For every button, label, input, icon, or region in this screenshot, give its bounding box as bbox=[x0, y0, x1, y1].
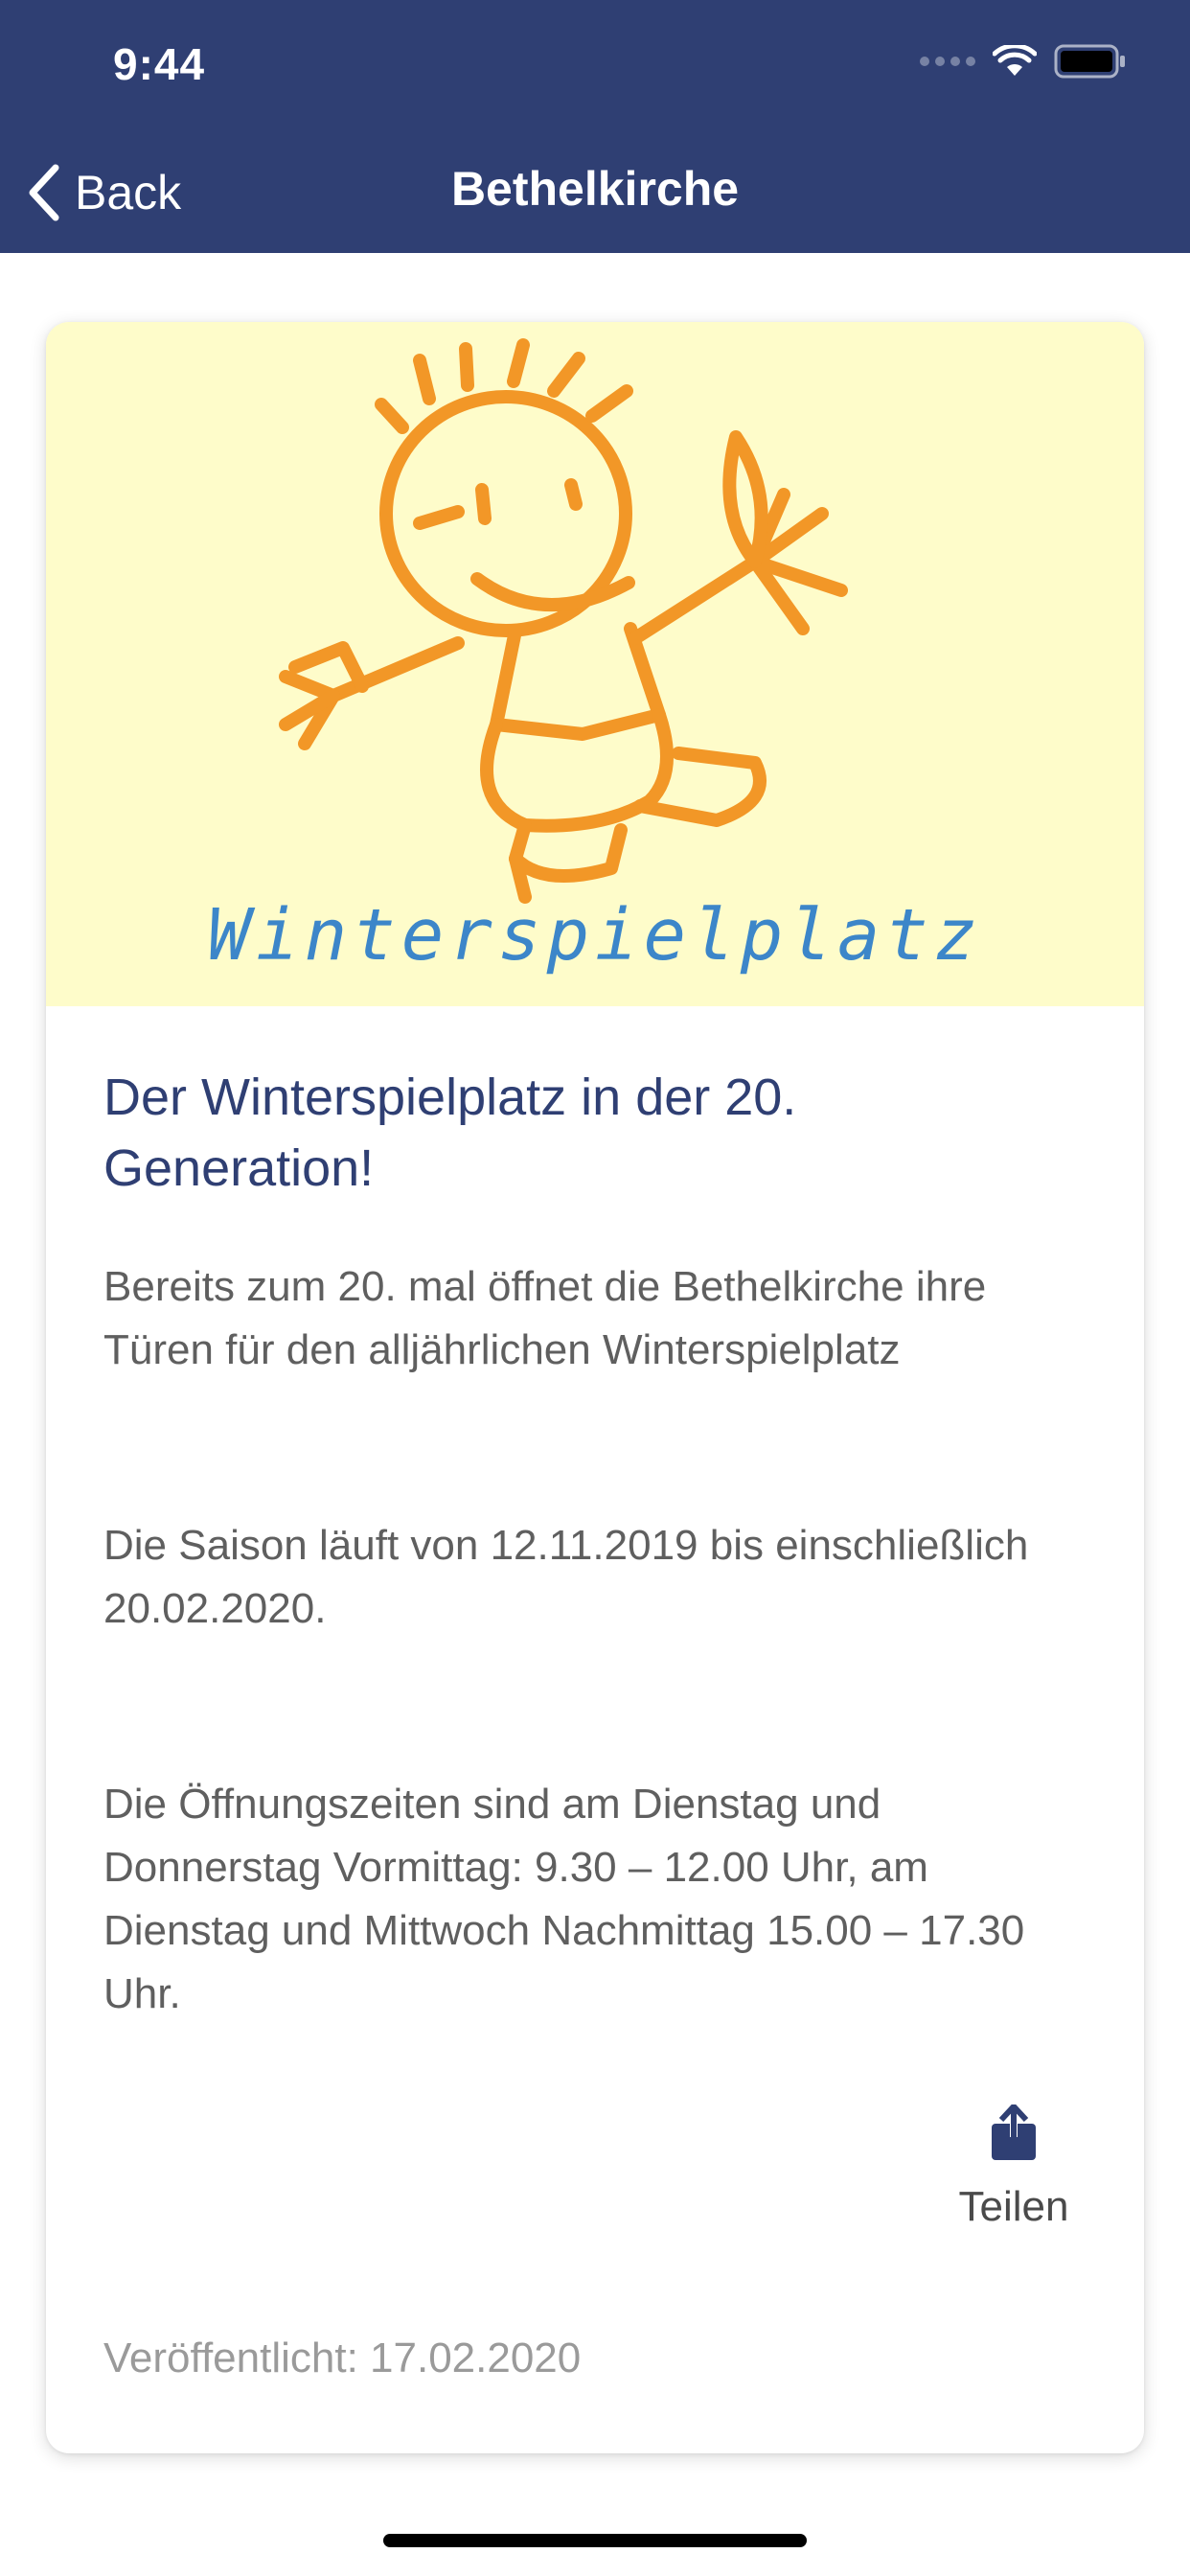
hero-image: Winterspielplatz bbox=[46, 322, 1144, 1006]
published-date: Veröffentlicht: 17.02.2020 bbox=[103, 2334, 582, 2381]
article-card: Winterspielplatz Der Winterspielplatz in… bbox=[46, 322, 1144, 2453]
share-label: Teilen bbox=[958, 2183, 1069, 2230]
header: 9:44 Back Bethelkirche bbox=[0, 0, 1190, 253]
page-title: Bethelkirche bbox=[450, 162, 740, 216]
battery-icon bbox=[1054, 44, 1125, 79]
article-title: Der Winterspielplatz in der 20. Generati… bbox=[103, 1069, 797, 1197]
home-indicator[interactable] bbox=[383, 2534, 807, 2547]
status-icons bbox=[920, 42, 1127, 80]
navigation-bar: Back Bethelkirche bbox=[0, 148, 1190, 253]
paragraph-1: Bereits zum 20. mal öffnet die Bethelkir… bbox=[103, 1263, 987, 1373]
winterspielplatz-logo: Winterspielplatz bbox=[208, 338, 983, 977]
wifi-icon bbox=[993, 45, 1037, 76]
share-icon bbox=[992, 2104, 1036, 2160]
svg-text:Winterspielplatz: Winterspielplatz bbox=[208, 894, 983, 977]
cellular-signal-icon bbox=[920, 57, 975, 66]
status-time: 9:44 bbox=[113, 39, 206, 89]
share-button[interactable]: Teilen bbox=[927, 2104, 1100, 2248]
paragraph-2: Die Saison läuft von 12.11.2019 bis eins… bbox=[103, 1522, 1029, 1632]
paragraph-3: Die Öffnungszeiten sind am Dienstag und … bbox=[103, 1781, 1025, 2017]
